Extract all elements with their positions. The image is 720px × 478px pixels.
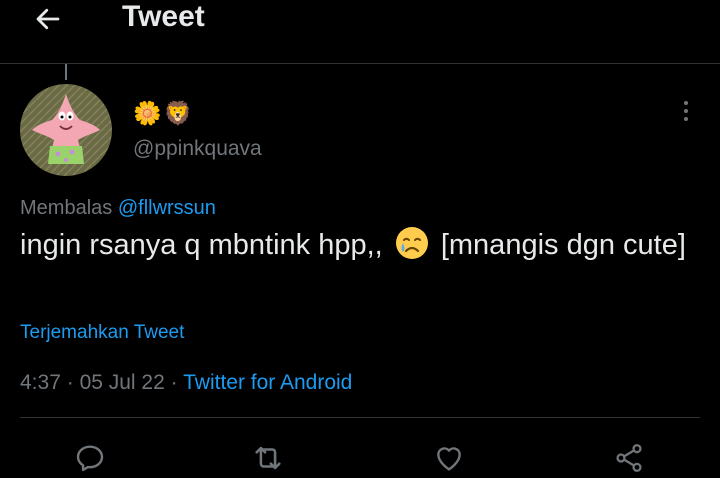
reply-button[interactable] bbox=[72, 440, 108, 476]
divider bbox=[20, 417, 700, 418]
more-dot-icon bbox=[684, 117, 688, 121]
display-name[interactable]: 🌼 🦁 bbox=[133, 99, 192, 127]
translate-tweet-link[interactable]: Terjemahkan Tweet bbox=[20, 321, 184, 345]
meta-separator: · bbox=[170, 371, 178, 394]
tweet-text-part-2: [mnangis dgn cute] bbox=[440, 229, 686, 261]
top-bar: Tweet bbox=[0, 0, 720, 64]
heart-icon bbox=[437, 447, 461, 471]
replying-prefix: Membalas bbox=[20, 197, 113, 219]
flower-emoji: 🌼 bbox=[133, 100, 162, 126]
more-dot-icon bbox=[684, 109, 688, 113]
reply-icon bbox=[76, 445, 104, 472]
tweet-text: ingin rsanya q mbntink hpp,, [mnangis dg… bbox=[20, 224, 705, 266]
avatar-image bbox=[20, 84, 112, 176]
thread-connector-line bbox=[65, 64, 67, 80]
tweet-source-link[interactable]: Twitter for Android bbox=[183, 371, 352, 394]
avatar[interactable] bbox=[20, 84, 112, 176]
like-button[interactable] bbox=[431, 440, 467, 476]
share-button[interactable] bbox=[611, 440, 647, 476]
user-handle[interactable]: @ppinkquava bbox=[133, 137, 262, 161]
retweet-icon bbox=[255, 446, 281, 470]
tweet-time: 4:37 bbox=[20, 371, 61, 394]
reply-mention-link[interactable]: @fllwrssun bbox=[118, 197, 216, 219]
back-button[interactable] bbox=[30, 1, 66, 37]
tweet-meta: 4:37 · 05 Jul 22 · Twitter for Android bbox=[20, 370, 352, 396]
more-options-button[interactable] bbox=[676, 98, 696, 124]
tweet-text-part-1: ingin rsanya q mbntink hpp,, bbox=[20, 229, 383, 261]
share-icon bbox=[616, 444, 642, 472]
more-dot-icon bbox=[684, 101, 688, 105]
lion-emoji: 🦁 bbox=[163, 100, 193, 126]
arrow-left-icon bbox=[36, 8, 60, 30]
tweet-date: 05 Jul 22 bbox=[79, 371, 165, 394]
crying-face-emoji-icon bbox=[395, 227, 428, 259]
meta-separator: · bbox=[66, 371, 74, 394]
retweet-button[interactable] bbox=[250, 440, 286, 476]
page-title: Tweet bbox=[122, 0, 205, 33]
replying-to: Membalas @fllwrssun bbox=[20, 196, 216, 220]
